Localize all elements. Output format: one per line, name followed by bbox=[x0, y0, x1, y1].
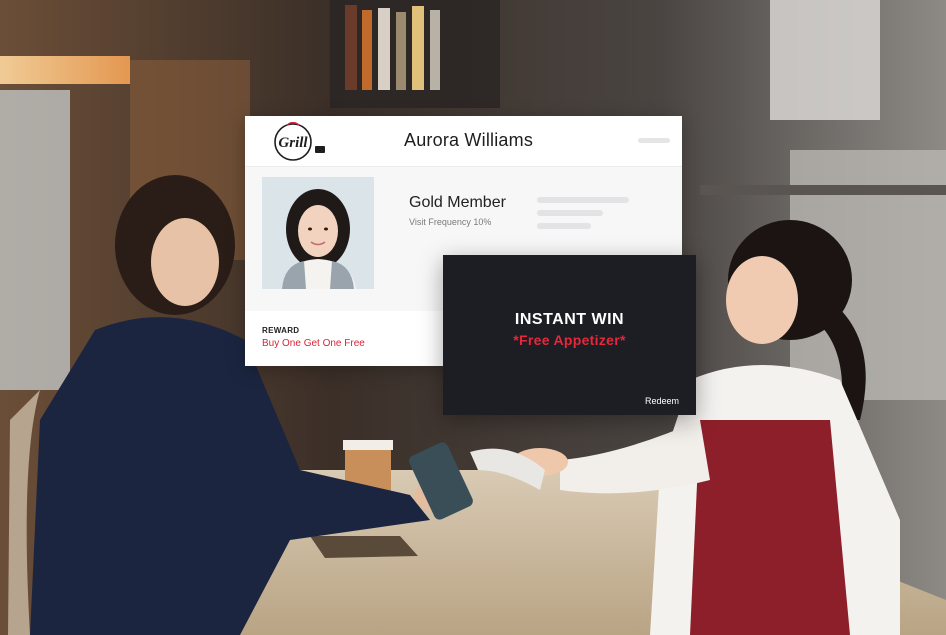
card-header: Grill Aurora Williams bbox=[245, 116, 682, 167]
customer-avatar-illustration bbox=[262, 177, 374, 289]
reward-offer: Buy One Get One Free bbox=[262, 338, 365, 349]
membership-tier: Gold Member bbox=[409, 194, 506, 211]
customer-name: Aurora Williams bbox=[404, 130, 534, 150]
redeem-button[interactable]: Redeem bbox=[645, 396, 679, 406]
placeholder-line bbox=[537, 197, 629, 203]
instant-win-title: INSTANT WIN bbox=[514, 311, 625, 328]
placeholder-line bbox=[537, 210, 603, 216]
reward-heading: REWARD bbox=[262, 326, 300, 335]
visit-frequency: Visit Frequency 10% bbox=[409, 217, 492, 227]
customer-avatar bbox=[262, 177, 374, 289]
instant-win-popup: INSTANT WIN *Free Appetizer* Redeem bbox=[443, 255, 696, 415]
instant-win-prize: *Free Appetizer* bbox=[513, 332, 626, 348]
brand-logo-text: Grill bbox=[278, 135, 308, 151]
placeholder-line bbox=[537, 223, 591, 229]
brand-logo: Grill bbox=[274, 122, 325, 161]
header-placeholder-bar bbox=[638, 138, 670, 143]
